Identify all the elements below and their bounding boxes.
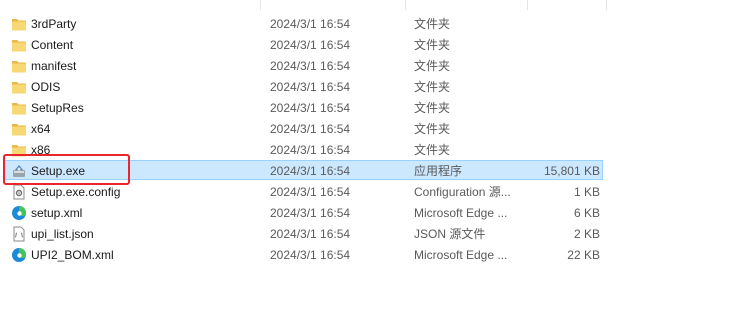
file-size: 2 KB [573,227,600,241]
file-date: 2024/3/1 16:54 [270,185,351,199]
file-size: 1 KB [573,185,600,199]
edge-icon [11,205,27,221]
file-type: Microsoft Edge ... [414,206,508,220]
file-name: x64 [31,122,51,136]
file-size: 22 KB [567,248,600,262]
file-row[interactable]: setup.xml 2024/3/1 16:54 Microsoft Edge … [3,202,603,222]
file-date: 2024/3/1 16:54 [270,17,351,31]
file-name: 3rdParty [31,17,77,31]
file-name: Setup.exe.config [31,185,121,199]
file-date: 2024/3/1 16:54 [270,59,351,73]
edge-icon [11,247,27,263]
file-name: upi_list.json [31,227,94,241]
file-row[interactable]: 3rdParty 2024/3/1 16:54 文件夹 [3,13,603,33]
file-date: 2024/3/1 16:54 [270,143,351,157]
file-date: 2024/3/1 16:54 [270,122,351,136]
file-row[interactable]: upi_list.json 2024/3/1 16:54 JSON 源文件 2 … [3,223,603,243]
file-row[interactable]: ODIS 2024/3/1 16:54 文件夹 [3,76,603,96]
file-name: ODIS [31,80,61,94]
file-row[interactable]: manifest 2024/3/1 16:54 文件夹 [3,55,603,75]
file-row[interactable]: Content 2024/3/1 16:54 文件夹 [3,34,603,54]
file-type: Microsoft Edge ... [414,248,508,262]
file-size: 6 KB [573,206,600,220]
file-type: JSON 源文件 [414,227,486,241]
file-date: 2024/3/1 16:54 [270,164,351,178]
column-separator[interactable] [527,0,528,10]
annotation-highlight-box [3,154,130,185]
column-separator[interactable] [260,0,261,10]
config-file-icon [11,184,27,200]
file-type: 文件夹 [414,17,451,31]
file-date: 2024/3/1 16:54 [270,206,351,220]
file-type: 文件夹 [414,80,451,94]
file-type: Configuration 源... [414,185,511,199]
file-date: 2024/3/1 16:54 [270,227,351,241]
file-name: Content [31,38,74,52]
folder-icon [11,121,27,137]
folder-icon [11,58,27,74]
file-type: 文件夹 [414,101,451,115]
file-date: 2024/3/1 16:54 [270,248,351,262]
file-row[interactable]: x64 2024/3/1 16:54 文件夹 [3,118,603,138]
file-name: UPI2_BOM.xml [31,248,114,262]
file-type: 文件夹 [414,122,451,136]
folder-icon [11,16,27,32]
file-name: setup.xml [31,206,83,220]
file-date: 2024/3/1 16:54 [270,80,351,94]
file-date: 2024/3/1 16:54 [270,38,351,52]
file-row[interactable]: UPI2_BOM.xml 2024/3/1 16:54 Microsoft Ed… [3,244,603,264]
file-type: 应用程序 [414,164,463,178]
column-separator[interactable] [606,0,607,10]
folder-icon [11,79,27,95]
file-name: manifest [31,59,77,73]
file-type: 文件夹 [414,143,451,157]
file-type: 文件夹 [414,38,451,52]
json-file-icon [11,226,27,242]
file-date: 2024/3/1 16:54 [270,101,351,115]
file-name: SetupRes [31,101,84,115]
folder-icon [11,37,27,53]
folder-icon [11,100,27,116]
file-row[interactable]: SetupRes 2024/3/1 16:54 文件夹 [3,97,603,117]
file-type: 文件夹 [414,59,451,73]
file-size: 15,801 KB [543,164,600,178]
column-separator[interactable] [405,0,406,10]
